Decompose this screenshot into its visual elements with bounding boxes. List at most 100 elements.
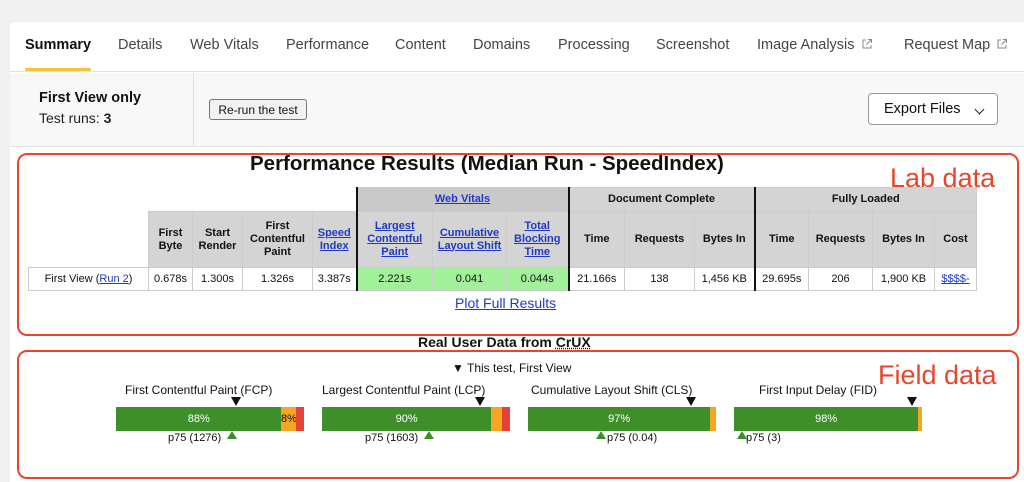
doc-complete-time-value: 21.166s	[567, 267, 625, 291]
column-header: Start Render	[192, 211, 243, 268]
this-test-marker-icon	[231, 397, 241, 406]
first-byte-value: 0.678s	[148, 267, 193, 291]
fcp-value: 1.326s	[242, 267, 313, 291]
lcp-distribution-bar: 90%	[322, 407, 510, 431]
column-header: Requests	[624, 211, 695, 268]
run-2-link[interactable]: Run 2	[99, 273, 128, 285]
lcp-poor-segment	[502, 407, 510, 431]
chevron-down-icon	[974, 104, 985, 115]
speed-index-link[interactable]: Speed Index	[318, 227, 351, 252]
export-files-label: Export Files	[884, 101, 961, 117]
row-label-suffix: )	[128, 273, 133, 285]
column-header: Bytes In	[694, 211, 755, 268]
table-row: First View (Run 2) 0.678s 1.300s 1.326s …	[28, 267, 977, 291]
tab-web-vitals[interactable]: Web Vitals	[190, 37, 259, 53]
fully-loaded-group-header: Fully Loaded	[753, 187, 977, 212]
this-test-legend: ▼ This test, First View	[452, 361, 572, 375]
fid-distribution-bar: 98%	[734, 407, 922, 431]
p75-marker-icon	[227, 431, 237, 439]
tab-image-analysis[interactable]: Image Analysis	[757, 37, 873, 53]
cls-label: Cumulative Layout Shift (CLS)	[531, 383, 693, 397]
column-header: Speed Index	[312, 211, 357, 268]
column-header: Bytes In	[872, 211, 935, 268]
column-header: Total Blocking Time	[506, 211, 569, 268]
tab-performance[interactable]: Performance	[286, 37, 369, 53]
test-runs-count: 3	[103, 110, 112, 126]
doc-complete-requests-value: 138	[624, 267, 695, 291]
fid-label: First Input Delay (FID)	[759, 383, 878, 397]
column-header: Requests	[808, 211, 873, 268]
p75-marker-icon	[424, 431, 434, 439]
this-test-marker-icon	[907, 397, 917, 406]
real-user-data-title: Real User Data from CrUX	[418, 334, 591, 350]
lcp-label: Largest Contentful Paint (LCP)	[322, 383, 486, 397]
external-link-icon	[997, 39, 1008, 49]
cls-distribution-bar: 97%	[528, 407, 716, 431]
fcp-good-segment: 88%	[116, 407, 282, 431]
lcp-link[interactable]: Largest Contentful Paint	[367, 220, 422, 258]
tab-domains[interactable]: Domains	[473, 37, 530, 53]
p75-marker-icon	[596, 431, 606, 439]
column-header: Largest Contentful Paint	[355, 211, 433, 268]
view-label: First View only	[39, 90, 142, 106]
column-header: Cost	[934, 211, 977, 268]
fcp-label: First Contentful Paint (FCP)	[125, 383, 273, 397]
tab-processing[interactable]: Processing	[558, 37, 630, 53]
tab-summary[interactable]: Summary	[25, 37, 91, 53]
lcp-p75: p75 (1603)	[365, 432, 419, 444]
cls-good-segment: 97%	[528, 407, 711, 431]
tab-image-analysis-label: Image Analysis	[757, 37, 855, 53]
tab-request-map-label: Request Map	[904, 37, 991, 53]
lcp-ni-segment	[491, 407, 503, 431]
tab-content[interactable]: Content	[395, 37, 446, 53]
lcp-good-segment: 90%	[322, 407, 492, 431]
external-link-icon	[862, 39, 872, 49]
this-test-marker-icon	[475, 397, 485, 406]
fully-loaded-time-value: 29.695s	[753, 267, 809, 291]
row-label-prefix: First View (	[44, 273, 100, 285]
run-info-bar: First View only Test runs: 3 Re-run the …	[10, 73, 1024, 147]
cls-p75: p75 (0.04)	[607, 432, 658, 444]
active-tab-indicator	[25, 68, 91, 71]
row-label: First View (Run 2)	[28, 267, 149, 291]
export-files-button[interactable]: Export Files	[868, 93, 998, 125]
fid-p75: p75 (3)	[746, 432, 781, 444]
lcp-value: 2.221s	[355, 267, 433, 291]
cost-link[interactable]: $$$$-	[941, 273, 969, 285]
rerun-button[interactable]: Re-run the test	[209, 99, 307, 120]
real-user-data-prefix: Real User Data from	[418, 334, 556, 350]
fcp-poor-segment	[296, 407, 304, 431]
fcp-distribution-bar: 88% 8%	[116, 407, 304, 431]
speed-index-value: 3.387s	[312, 267, 357, 291]
column-header: Time	[753, 211, 809, 268]
cls-value: 0.041	[432, 267, 507, 291]
fid-ni-segment	[918, 407, 922, 431]
column-header: First Contentful Paint	[242, 211, 313, 268]
crux-source: CrUX	[555, 334, 591, 350]
plot-full-results-link[interactable]: Plot Full Results	[455, 295, 556, 311]
tab-details[interactable]: Details	[118, 37, 162, 53]
tab-screenshot[interactable]: Screenshot	[656, 37, 729, 53]
fcp-ni-segment: 8%	[281, 407, 297, 431]
web-vitals-group-header: Web Vitals	[355, 187, 569, 212]
doc-complete-bytes-value: 1,456 KB	[694, 267, 755, 291]
fcp-p75: p75 (1276)	[168, 432, 222, 444]
tbt-link[interactable]: Total Blocking Time	[514, 220, 560, 258]
fully-loaded-requests-value: 206	[808, 267, 873, 291]
tab-bar: Summary Details Web Vitals Performance C…	[10, 22, 1024, 72]
tbt-value: 0.044s	[506, 267, 569, 291]
test-runs-label: Test runs:	[39, 110, 100, 126]
column-header: Time	[567, 211, 625, 268]
performance-results-table: Web Vitals Document Complete Fully Loade…	[28, 187, 977, 291]
document-complete-group-header: Document Complete	[567, 187, 755, 212]
column-header: Cumulative Layout Shift	[432, 211, 507, 268]
fully-loaded-bytes-value: 1,900 KB	[872, 267, 935, 291]
web-vitals-link[interactable]: Web Vitals	[435, 193, 490, 205]
run-info: First View only Test runs: 3	[10, 73, 194, 147]
field-data-tag: Field data	[878, 360, 997, 390]
fid-good-segment: 98%	[734, 407, 919, 431]
cost-value: $$$$-	[934, 267, 977, 291]
this-test-marker-icon	[686, 397, 696, 406]
tab-request-map[interactable]: Request Map	[904, 37, 1008, 53]
cls-link[interactable]: Cumulative Layout Shift	[438, 227, 502, 252]
